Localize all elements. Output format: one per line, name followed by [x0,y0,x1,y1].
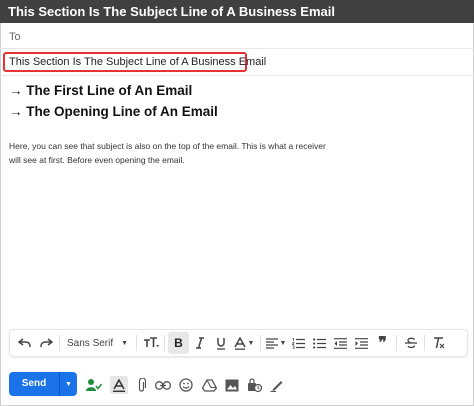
chevron-down-icon[interactable]: ▼ [60,372,77,396]
drive-icon[interactable] [200,376,218,394]
toolbar-divider [59,335,60,351]
text-size-icon[interactable] [140,332,161,354]
assistant-icon[interactable] [85,376,103,394]
indent-less-icon[interactable] [330,332,351,354]
italic-icon[interactable] [189,332,210,354]
toolbar-divider [396,335,397,351]
formatting-toolbar: Sans Serif ▼ B ▼ ▼ ❞ [9,329,468,357]
confidential-icon[interactable] [245,376,263,394]
underline-icon[interactable] [210,332,231,354]
indent-more-icon[interactable] [351,332,372,354]
formatting-icon[interactable] [110,376,128,394]
window-title: This Section Is The Subject Line of A Bu… [0,0,474,23]
bottom-bar: Send ▼ [0,362,474,404]
font-select[interactable]: Sans Serif ▼ [63,332,133,354]
to-label: To [9,31,21,43]
body-paragraph: Here, you can see that subject is also o… [9,139,369,167]
align-icon[interactable]: ▼ [264,332,288,354]
attach-icon[interactable] [132,376,150,394]
chevron-down-icon: ▼ [121,339,129,347]
bold-icon[interactable]: B [168,332,189,354]
subject-field[interactable]: This Section Is The Subject Line of A Bu… [3,52,266,72]
remove-formatting-icon[interactable] [428,332,449,354]
emoji-icon[interactable] [177,376,195,394]
send-label: Send [21,378,47,389]
numbered-list-icon[interactable] [288,332,309,354]
text-color-icon[interactable]: ▼ [231,332,257,354]
signature-icon[interactable] [268,376,286,394]
quote-icon[interactable]: ❞ [372,332,393,354]
redo-icon[interactable] [35,332,56,354]
to-field[interactable]: To [0,25,474,49]
photo-icon[interactable] [223,376,241,394]
bulleted-list-icon[interactable] [309,332,330,354]
toolbar-divider [424,335,425,351]
strikethrough-icon[interactable] [400,332,421,354]
toolbar-divider [164,335,165,351]
toolbar-divider [260,335,261,351]
message-body[interactable]: → The First Line of An Email → The Openi… [9,80,449,167]
send-button[interactable]: Send ▼ [9,372,77,396]
first-line: → The First Line of An Email [9,83,193,98]
opening-line: → The Opening Line of An Email [9,104,218,119]
toolbar-divider [136,335,137,351]
body-paragraph-line-1: Here, you can see that subject is also o… [9,141,326,151]
font-select-label: Sans Serif [67,337,114,349]
undo-icon[interactable] [14,332,35,354]
body-paragraph-line-2: will see at first. Before even opening t… [9,155,185,165]
link-icon[interactable] [154,376,172,394]
